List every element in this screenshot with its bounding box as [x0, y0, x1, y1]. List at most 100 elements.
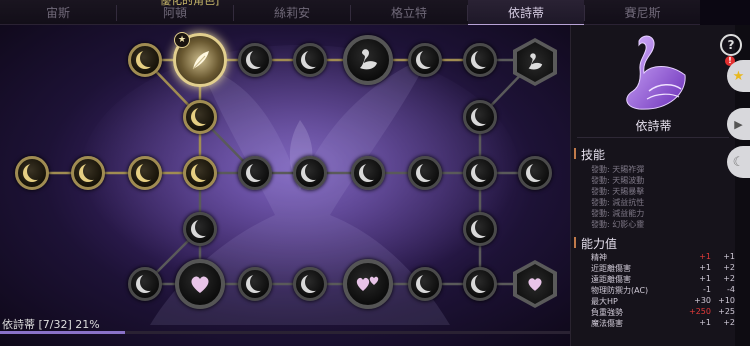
- stat-value-next: -4: [727, 285, 735, 294]
- tab-isti[interactable]: 依詩蒂: [468, 0, 584, 26]
- stat-value-next: +25: [718, 307, 735, 316]
- skill-node[interactable]: [238, 267, 272, 301]
- heart-icon: [528, 278, 542, 291]
- skill-entry: 發動: 減益能力: [591, 209, 645, 218]
- skill-node[interactable]: [293, 156, 327, 190]
- star-icon: ★: [732, 68, 745, 84]
- skill-node[interactable]: [238, 43, 272, 77]
- moon-icon: [23, 164, 41, 182]
- skill-node[interactable]: [183, 212, 217, 246]
- moon-icon: [191, 220, 209, 238]
- moon-icon: [416, 275, 434, 293]
- tab-zeus[interactable]: 宙斯: [0, 0, 116, 24]
- skill-node[interactable]: [463, 156, 497, 190]
- moon-icon: [191, 164, 209, 182]
- stat-value: +1: [699, 252, 711, 261]
- skill-node[interactable]: [463, 100, 497, 134]
- stat-name: 精神: [591, 253, 607, 262]
- help-button[interactable]: ?: [720, 34, 742, 56]
- stat-value: +1: [699, 274, 711, 283]
- moon-icon: [471, 220, 489, 238]
- moon-icon: [471, 164, 489, 182]
- moon-icon: [301, 275, 319, 293]
- moon-icon: [359, 164, 377, 182]
- swan-portrait: [626, 35, 686, 110]
- stat-value-next: +1: [723, 252, 735, 261]
- stat-value: +250: [689, 307, 711, 316]
- stat-value-next: +2: [723, 274, 735, 283]
- moon-icon: [246, 51, 264, 69]
- moon-icon: [416, 51, 434, 69]
- stat-value-next: +10: [718, 296, 735, 305]
- stat-value-next: +2: [723, 318, 735, 327]
- progress-fill: [0, 331, 125, 334]
- moon-icon: [136, 275, 154, 293]
- skill-node[interactable]: [15, 156, 49, 190]
- skill-node[interactable]: [408, 43, 442, 77]
- stat-name: 近距離傷害: [591, 264, 631, 273]
- skill-node[interactable]: [518, 156, 552, 190]
- skill-node[interactable]: [463, 267, 497, 301]
- stat-name: 魔法傷害: [591, 319, 623, 328]
- moon-icon: [136, 164, 154, 182]
- progress-bar: [0, 331, 570, 334]
- moon-icon: [526, 164, 544, 182]
- stat-value: -1: [703, 285, 711, 294]
- skill-node[interactable]: [408, 267, 442, 301]
- skills-heading: 技能: [573, 148, 606, 162]
- skill-node-major[interactable]: [175, 259, 225, 309]
- moon-icon: [79, 164, 97, 182]
- skill-node[interactable]: [408, 156, 442, 190]
- moon-icon: [416, 164, 434, 182]
- skill-node[interactable]: [238, 156, 272, 190]
- stat-value: +30: [694, 296, 711, 305]
- moon-icon: [301, 164, 319, 182]
- moon-icon: [301, 51, 319, 69]
- moon-icon: [246, 275, 264, 293]
- stat-name: 物理防禦力(AC): [591, 286, 649, 295]
- character-tab-bar: 優化的角色] 宙斯 阿頓 絲莉安 格立特 依詩蒂 賽尼斯: [0, 0, 700, 26]
- skill-node[interactable]: [183, 100, 217, 134]
- stat-value: +1: [699, 318, 711, 327]
- moon-icon: [471, 51, 489, 69]
- skill-node[interactable]: [293, 43, 327, 77]
- stats-heading: 能力值: [573, 237, 618, 251]
- feather-icon: [192, 51, 209, 70]
- progress-label: 依詩蒂 [7/32] 21%: [2, 318, 100, 331]
- skill-node[interactable]: [183, 156, 217, 190]
- tab-gelit[interactable]: 格立特: [351, 0, 467, 24]
- character-info-panel: 依詩蒂 技能 發動: 天賜祚彈 發動: 天賜波動 發動: 天賜暴擊 發動: 減益…: [570, 25, 736, 346]
- moon-icon: [471, 108, 489, 126]
- tab-sainis[interactable]: 賽尼斯: [585, 0, 700, 24]
- crescent-icon: ☾: [732, 154, 745, 170]
- skill-node[interactable]: [128, 267, 162, 301]
- moon-icon: [471, 275, 489, 293]
- skill-entry: 發動: 天賜波動: [591, 176, 645, 185]
- swan-icon: [528, 53, 543, 70]
- tab-aton[interactable]: 阿頓: [117, 0, 233, 24]
- play-icon: ▶: [734, 117, 743, 131]
- skill-node[interactable]: [293, 267, 327, 301]
- hearts-icon: [356, 276, 379, 291]
- tab-silian[interactable]: 絲莉安: [234, 0, 350, 24]
- skill-entry: 發動: 天賜暴擊: [591, 187, 645, 196]
- skill-node-major[interactable]: [343, 259, 393, 309]
- skill-node[interactable]: [351, 156, 385, 190]
- skill-node[interactable]: [463, 212, 497, 246]
- skill-entry: 發動: 天賜祚彈: [591, 165, 645, 174]
- skill-entry: 發動: 幻影心靈: [591, 220, 645, 229]
- skill-node[interactable]: [71, 156, 105, 190]
- stat-value-next: +2: [723, 263, 735, 272]
- stat-name: 最大HP: [591, 297, 618, 306]
- skill-node[interactable]: [463, 43, 497, 77]
- moon-icon: [136, 51, 154, 69]
- stat-name: 遠距離傷害: [591, 275, 631, 284]
- skill-node-selected[interactable]: ★: [173, 32, 227, 87]
- skill-tree-board: ★ 依詩蒂 [7/32] 21%: [0, 25, 570, 346]
- skill-entry: 發動: 減益抗性: [591, 198, 645, 207]
- skill-node[interactable]: [128, 156, 162, 190]
- moon-icon: [246, 164, 264, 182]
- skill-node-major[interactable]: [343, 35, 393, 85]
- star-icon: ★: [174, 32, 190, 48]
- skill-node[interactable]: [128, 43, 162, 77]
